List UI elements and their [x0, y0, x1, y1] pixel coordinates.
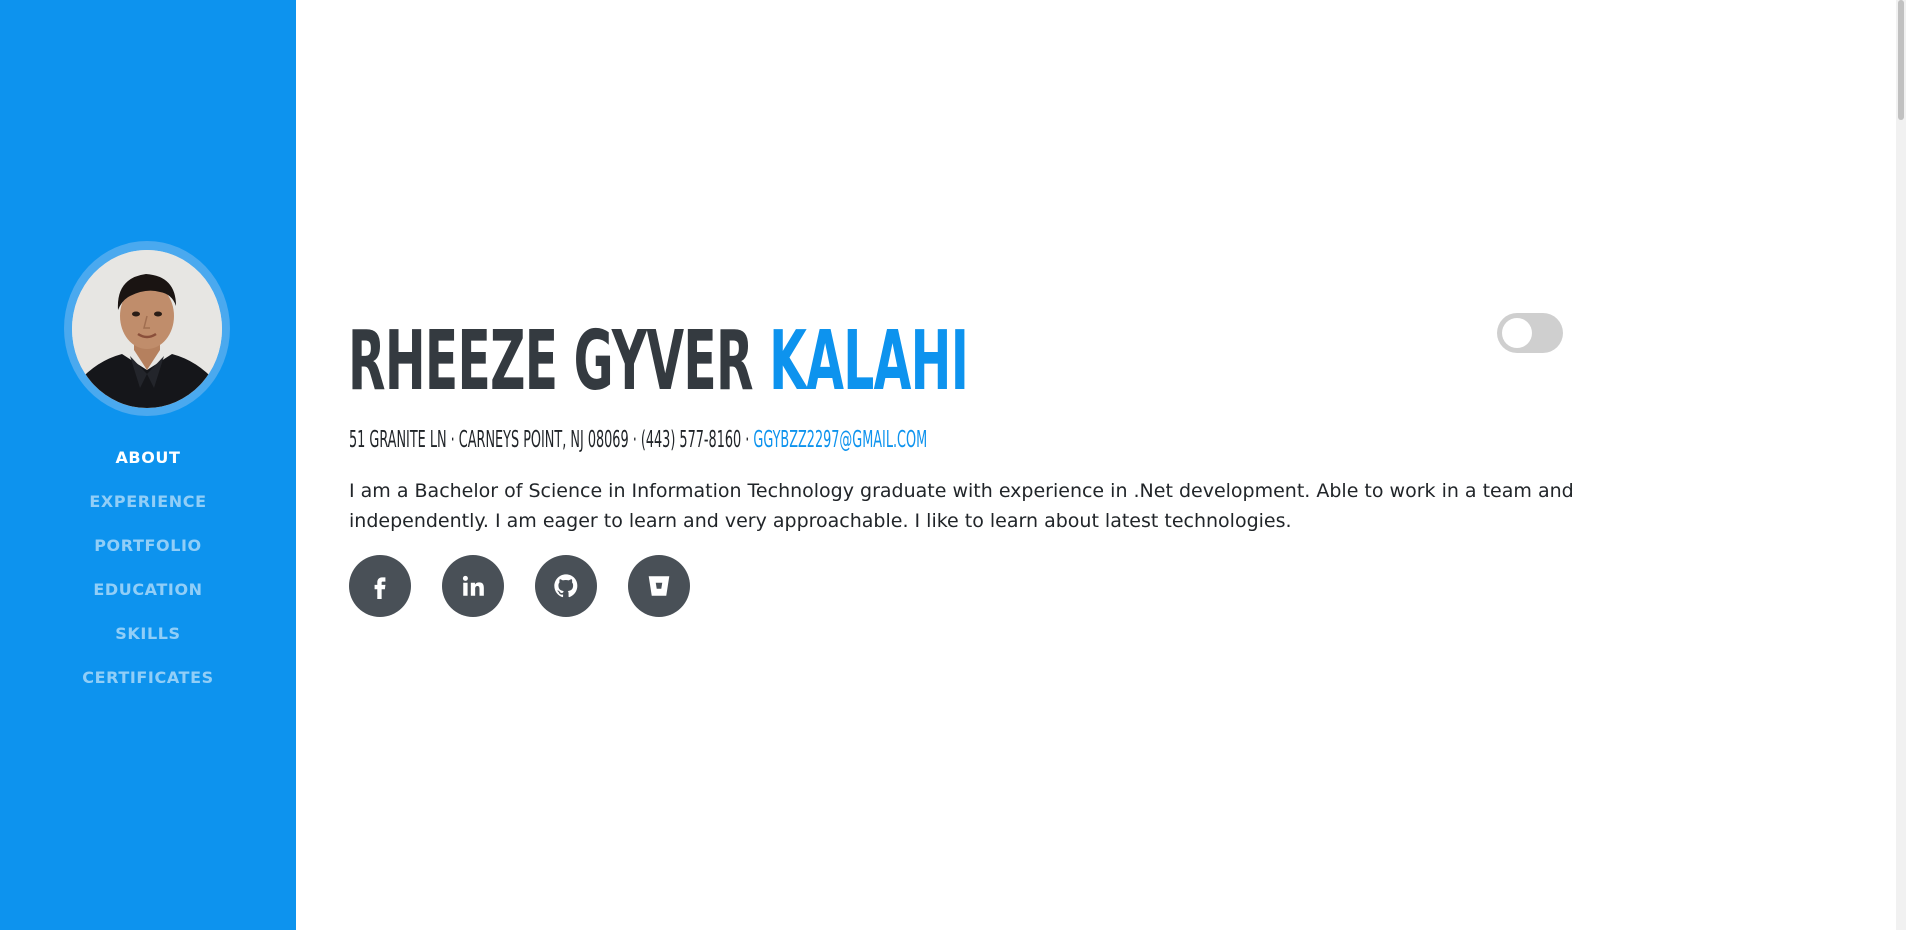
- address-text: 51 GRANITE LN · CARNEYS POINT, NJ 08069 …: [349, 427, 750, 453]
- sidebar: ABOUT EXPERIENCE PORTFOLIO EDUCATION SKI…: [0, 0, 296, 930]
- bitbucket-icon: [648, 576, 670, 596]
- about-section: RHEEZE GYVER KALAHI 51 GRANITE LN · CARN…: [296, 0, 1896, 930]
- page-title: RHEEZE GYVER KALAHI: [348, 312, 969, 412]
- linkedin-icon: [462, 575, 484, 596]
- nav-item-experience[interactable]: EXPERIENCE: [0, 488, 296, 532]
- github-link[interactable]: [535, 555, 597, 617]
- contact-line: 51 GRANITE LN · CARNEYS POINT, NJ 08069 …: [349, 425, 927, 455]
- theme-toggle[interactable]: [1497, 313, 1563, 353]
- toggle-knob: [1502, 318, 1532, 348]
- page-scrollbar[interactable]: [1896, 0, 1906, 930]
- nav-item-certificates[interactable]: CERTIFICATES: [0, 664, 296, 708]
- last-name: KALAHI: [769, 314, 969, 409]
- email-link[interactable]: GGYBZZ2297@GMAIL.COM: [753, 427, 927, 453]
- bitbucket-link[interactable]: [628, 555, 690, 617]
- nav-item-skills[interactable]: SKILLS: [0, 620, 296, 664]
- facebook-icon: [374, 577, 386, 599]
- avatar-ring: [64, 241, 230, 416]
- facebook-link[interactable]: [349, 555, 411, 617]
- sidebar-nav: ABOUT EXPERIENCE PORTFOLIO EDUCATION SKI…: [0, 444, 296, 708]
- scrollbar-thumb[interactable]: [1898, 0, 1904, 120]
- nav-item-education[interactable]: EDUCATION: [0, 576, 296, 620]
- avatar: [72, 250, 222, 408]
- linkedin-link[interactable]: [442, 555, 504, 617]
- social-icons: [349, 555, 690, 617]
- nav-item-portfolio[interactable]: PORTFOLIO: [0, 532, 296, 576]
- summary-text: I am a Bachelor of Science in Informatio…: [349, 480, 1574, 532]
- nav-item-about[interactable]: ABOUT: [0, 444, 296, 488]
- github-icon: [554, 574, 578, 598]
- first-name: RHEEZE GYVER: [348, 314, 754, 409]
